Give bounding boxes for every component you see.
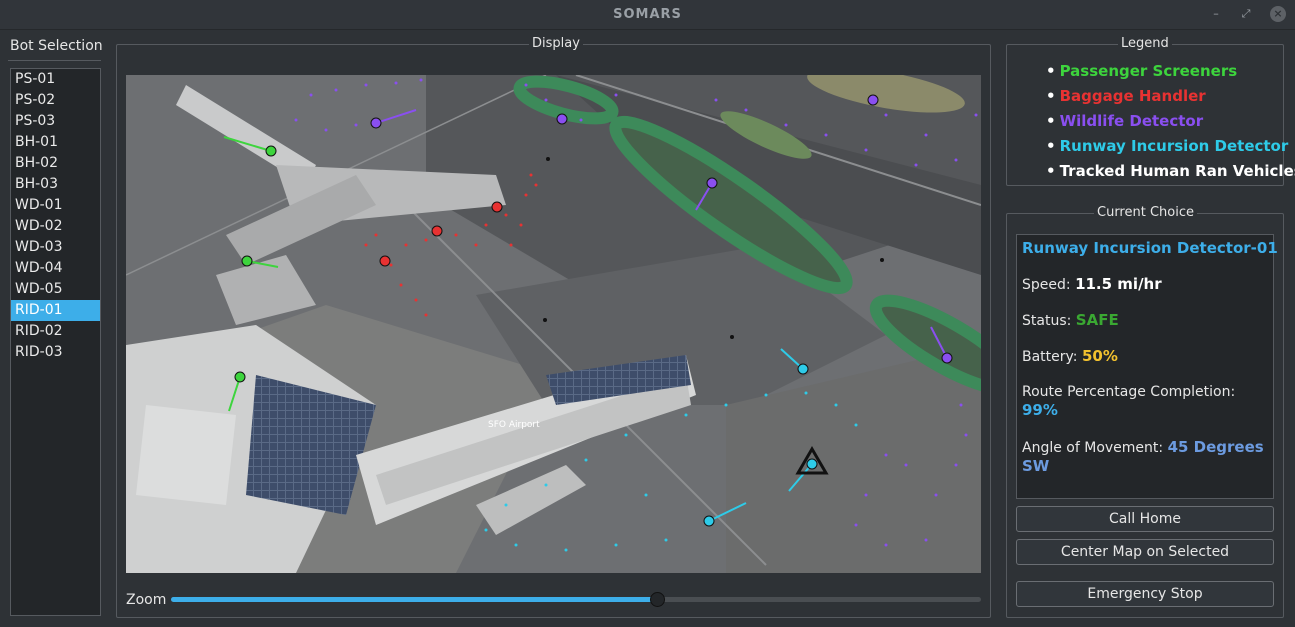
title-bar: SOMARS – ⤢ × — [0, 0, 1295, 30]
bot-list-item[interactable]: PS-02 — [11, 90, 100, 111]
display-title: Display — [529, 36, 583, 51]
restore-icon[interactable]: ⤢ — [1238, 6, 1254, 22]
bot-list-item[interactable]: WD-01 — [11, 195, 100, 216]
bot-list-item[interactable]: BH-02 — [11, 153, 100, 174]
status-label: Status: — [1022, 313, 1072, 329]
bot-selection-title: Bot Selection — [10, 38, 103, 54]
bullet-icon: • — [1046, 137, 1056, 155]
bot-list-item[interactable]: WD-04 — [11, 258, 100, 279]
battery-label: Battery: — [1022, 349, 1078, 365]
route-value: 99% — [1022, 401, 1058, 419]
bot-details-panel: Runway Incursion Detector-01 Speed: 11.5… — [1016, 234, 1278, 499]
legend-label: Passenger Screeners — [1059, 62, 1238, 80]
divider — [8, 60, 101, 61]
angle-field: Angle of Movement: 45 Degrees SW — [1022, 438, 1272, 476]
bot-list-item[interactable]: BH-01 — [11, 132, 100, 153]
bot-list-item[interactable]: BH-03 — [11, 174, 100, 195]
center-map-button[interactable]: Center Map on Selected — [1016, 539, 1274, 565]
bot-list[interactable]: PS-01 PS-02 PS-03 BH-01 BH-02 BH-03 WD-01 WD-02… — [10, 68, 101, 616]
selected-bot-name: Runway Incursion Detector-01 — [1022, 239, 1278, 257]
bot-list-item[interactable]: WD-03 — [11, 237, 100, 258]
bullet-icon: • — [1046, 162, 1056, 180]
status-value: SAFE — [1075, 311, 1119, 329]
route-label: Route Percentage Completion: — [1022, 384, 1236, 400]
legend-item: • Passenger Screeners — [1046, 62, 1237, 80]
legend-item: • Baggage Handler — [1046, 87, 1206, 105]
legend-title: Legend — [1118, 36, 1172, 51]
map-view[interactable]: SFO Airport — [126, 75, 981, 573]
battery-field: Battery: 50% — [1022, 347, 1272, 366]
legend-label: Tracked Human Ran Vehicles — [1059, 162, 1295, 180]
status-field: Status: SAFE — [1022, 311, 1272, 330]
call-home-button[interactable]: Call Home — [1016, 506, 1274, 532]
legend-item: • Wildlife Detector — [1046, 112, 1203, 130]
battery-value: 50% — [1081, 347, 1118, 365]
speed-field: Speed: 11.5 mi/hr — [1022, 275, 1272, 294]
route-field: Route Percentage Completion: 99% — [1022, 383, 1272, 419]
legend-label: Runway Incursion Detector — [1059, 137, 1289, 155]
bullet-icon: • — [1046, 112, 1056, 130]
bot-list-item[interactable]: RID-03 — [11, 342, 100, 363]
close-icon[interactable]: × — [1270, 6, 1286, 22]
legend-item: • Runway Incursion Detector — [1046, 137, 1288, 155]
zoom-slider-fill — [171, 597, 657, 602]
window-title: SOMARS — [613, 7, 682, 22]
airport-map: SFO Airport — [126, 75, 981, 573]
minimize-icon[interactable]: – — [1208, 6, 1224, 22]
bot-list-item[interactable]: PS-03 — [11, 111, 100, 132]
current-choice-title: Current Choice — [1094, 205, 1197, 220]
legend-label: Wildlife Detector — [1059, 112, 1204, 130]
bot-list-item[interactable]: RID-02 — [11, 321, 100, 342]
emergency-stop-button[interactable]: Emergency Stop — [1016, 581, 1274, 607]
bot-list-item[interactable]: WD-02 — [11, 216, 100, 237]
zoom-slider-handle[interactable] — [650, 592, 665, 607]
zoom-slider[interactable] — [171, 592, 981, 607]
angle-label: Angle of Movement: — [1022, 440, 1164, 456]
legend-item: • Tracked Human Ran Vehicles — [1046, 162, 1295, 180]
bot-list-item[interactable]: WD-05 — [11, 279, 100, 300]
zoom-label: Zoom — [126, 592, 167, 608]
bot-list-item[interactable]: RID-01 — [11, 300, 100, 321]
bullet-icon: • — [1046, 62, 1056, 80]
legend-label: Baggage Handler — [1059, 87, 1206, 105]
bullet-icon: • — [1046, 87, 1056, 105]
speed-value: 11.5 mi/hr — [1075, 275, 1162, 293]
bot-list-item[interactable]: PS-01 — [11, 69, 100, 90]
speed-label: Speed: — [1022, 277, 1071, 293]
map-location-label: SFO Airport — [488, 420, 540, 430]
